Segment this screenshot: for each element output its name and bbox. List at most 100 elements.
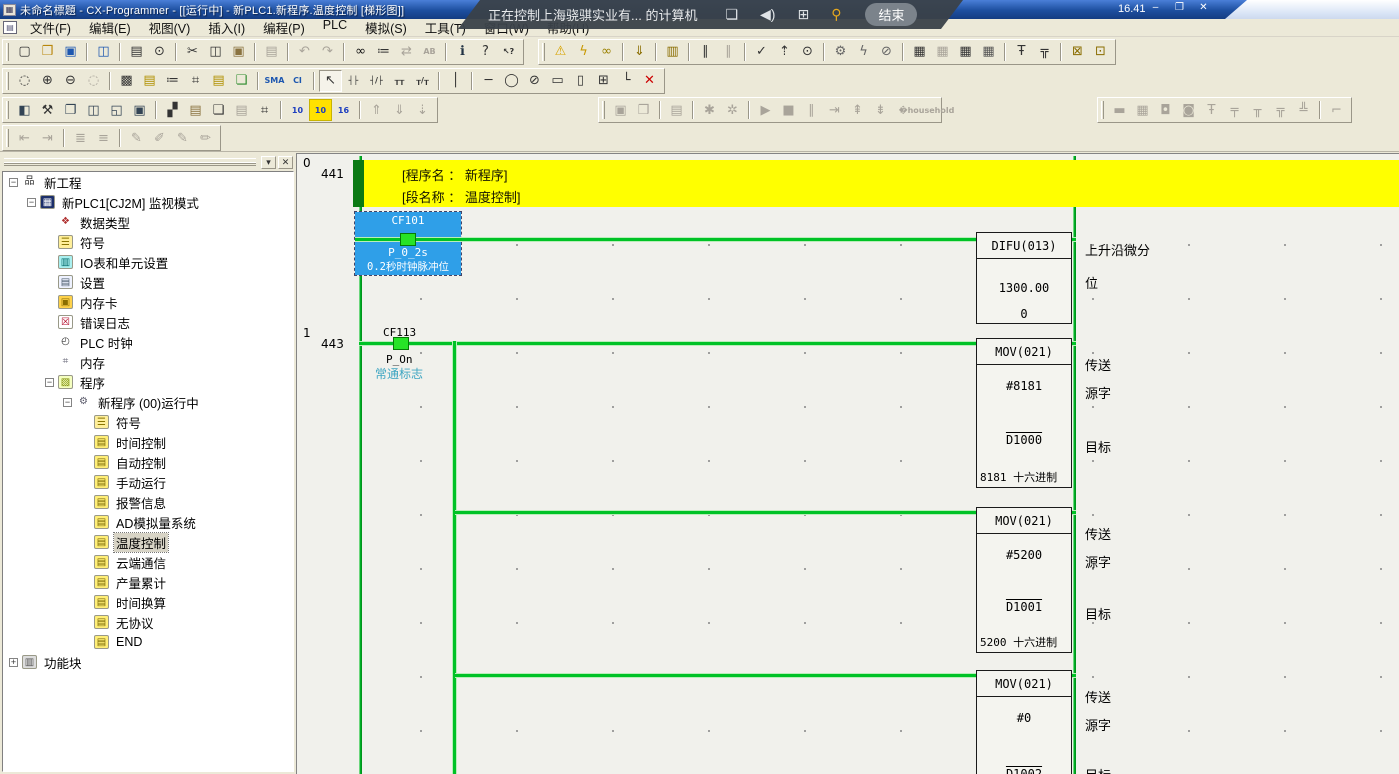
tree-item-数据类型[interactable]: ❖数据类型 [3, 212, 293, 232]
transfer-to-plc-icon[interactable]: ⇓ [628, 41, 651, 63]
io-table-create-icon[interactable]: ▦ [977, 41, 1000, 63]
tree-item-plc-时钟[interactable]: ◴PLC 时钟 [3, 332, 293, 352]
tree-item-产量累计[interactable]: ▤产量累计 [3, 572, 293, 592]
sim-edit-icon[interactable]: ▤ [665, 99, 688, 121]
tree-item-无协议[interactable]: ▤无协议 [3, 612, 293, 632]
tree-item-新plc1-cj2m-监视模式[interactable]: −▦新PLC1[CJ2M] 监视模式 [3, 192, 293, 212]
menu-p[interactable]: 编程(P) [254, 17, 314, 38]
difu-instruction-box[interactable]: DIFU(013) 1300.00 0 [976, 232, 1072, 324]
restore-button[interactable]: ❐ [1171, 2, 1188, 15]
compare-programs-icon[interactable]: ◫ [92, 41, 115, 63]
address-list-icon[interactable]: ≣ [69, 127, 92, 149]
rung-comment-banner[interactable]: [程序名 ： 新程序] [段名称 ： 温度控制] [364, 160, 1399, 207]
online-edit-begin-icon[interactable]: ⚙ [829, 41, 852, 63]
tree-item-新程序-00-运行中[interactable]: −⚙新程序 (00)运行中 [3, 392, 293, 412]
window-properties-icon[interactable]: ▣ [128, 99, 151, 121]
tree-item-符号[interactable]: ☰符号 [3, 232, 293, 252]
io-table-transfer-icon[interactable]: ▦ [931, 41, 954, 63]
function-block-icon[interactable]: ⊞ [592, 70, 615, 92]
tree-item-报警信息[interactable]: ▤报警信息 [3, 492, 293, 512]
exit-monitor-icon[interactable]: ⌐ [1325, 99, 1348, 121]
expand-icon[interactable]: + [9, 658, 18, 667]
paste-special-icon[interactable]: ▤ [260, 41, 283, 63]
set-password-icon[interactable]: ⊠ [1066, 41, 1089, 63]
tree-item-end[interactable]: ▤END [3, 632, 293, 652]
toolbar-grip[interactable] [602, 101, 605, 119]
or-contact-no-icon[interactable]: ┰┰ [388, 70, 411, 92]
new-icon[interactable]: ▢ [13, 41, 36, 63]
vertical-line-icon[interactable]: │ [444, 70, 467, 92]
revert-pen-icon[interactable]: ✐ [148, 127, 171, 149]
show-values-icon[interactable]: ⌗ [184, 70, 207, 92]
panel-grip[interactable]: ▾ ✕ [2, 156, 294, 169]
tree-item-温度控制[interactable]: ▤温度控制 [3, 532, 293, 552]
panel-menu-button[interactable]: ▾ [261, 156, 276, 169]
about-icon[interactable]: ℹ [451, 41, 474, 63]
view-symbols-icon[interactable]: ▤ [230, 99, 253, 121]
cut-icon[interactable]: ✂ [181, 41, 204, 63]
tree-item-内存卡[interactable]: ▣内存卡 [3, 292, 293, 312]
timing-chart-2-icon[interactable]: ╤ [1223, 99, 1246, 121]
contact-no-icon[interactable]: ┤├ [342, 70, 365, 92]
auto-allocate-icon[interactable]: ≡ [92, 127, 115, 149]
closed-coil-icon[interactable]: ⊘ [523, 70, 546, 92]
toolbar-grip[interactable] [6, 129, 9, 147]
tree-item-时间控制[interactable]: ▤时间控制 [3, 432, 293, 452]
ci-view-icon[interactable]: CI [286, 70, 309, 92]
undo-icon[interactable]: ↶ [293, 41, 316, 63]
section-list-icon[interactable]: ▞ [161, 99, 184, 121]
toolbar-grip[interactable] [6, 72, 9, 90]
view-diagram-icon[interactable]: ❏ [207, 99, 230, 121]
sim-save-icon[interactable]: ▣ [609, 99, 632, 121]
end-remote-button[interactable]: 结束 [865, 3, 917, 26]
tree-item-时间换算[interactable]: ▤时间换算 [3, 592, 293, 612]
menu-f[interactable]: 文件(F) [21, 17, 80, 38]
fullscreen-icon[interactable]: ❏ [725, 6, 738, 23]
edit-pen-icon[interactable]: ✎ [125, 127, 148, 149]
sim-stop-icon[interactable]: ■ [777, 99, 800, 121]
collapse-icon[interactable]: − [45, 378, 54, 387]
zoom-in-icon[interactable]: ⊕ [36, 70, 59, 92]
symbol-bar-icon[interactable]: ❏ [230, 70, 253, 92]
minimize-button[interactable]: – [1147, 2, 1164, 15]
menu-v[interactable]: 视图(V) [140, 17, 200, 38]
tree-item-内存[interactable]: ⌗内存 [3, 352, 293, 372]
tree-item-功能块[interactable]: +▥功能块 [3, 652, 293, 672]
tree-item-新工程[interactable]: −品新工程 [3, 172, 293, 192]
edit-pen-2-icon[interactable]: ✎ [171, 127, 194, 149]
show-cross-ref-window-icon[interactable]: ◫ [82, 99, 105, 121]
close-button[interactable]: ✕ [1195, 2, 1212, 15]
io-table-icon[interactable]: ▦ [908, 41, 931, 63]
instruction-box-icon[interactable]: ▭ [546, 70, 569, 92]
collapse-icon[interactable]: − [63, 398, 72, 407]
mnemonic-view-icon[interactable]: SMA [263, 70, 286, 92]
select-tool-icon[interactable]: ↖ [319, 70, 342, 92]
context-help-icon[interactable]: ↖? [497, 41, 520, 63]
mov-instruction-box[interactable]: MOV(021) #5200 D1001 5200 十六进制 [976, 507, 1072, 653]
monitor-hex-icon[interactable]: 16 [332, 99, 355, 121]
pause-monitor-icon[interactable]: ∥ [694, 41, 717, 63]
word-monitor-1-icon[interactable]: ▬ [1108, 99, 1131, 121]
zoom-out-icon[interactable]: ⊖ [59, 70, 82, 92]
upload-symbols-icon[interactable]: ⇑ [365, 99, 388, 121]
show-project-window-icon[interactable]: ◧ [13, 99, 36, 121]
tree-item-设置[interactable]: ▤设置 [3, 272, 293, 292]
toolbar-grip[interactable] [1101, 101, 1104, 119]
io-table-verify-icon[interactable]: ▦ [954, 41, 977, 63]
rung-comment-icon[interactable]: ≔ [161, 70, 184, 92]
copy-icon[interactable]: ◫ [204, 41, 227, 63]
rung-list-icon[interactable]: ▤ [184, 99, 207, 121]
compile-program-icon[interactable]: ✓ [750, 41, 773, 63]
tree-item-io表和单元设置[interactable]: ▥IO表和单元设置 [3, 252, 293, 272]
help-icon[interactable]: ? [474, 41, 497, 63]
show-output-window-icon[interactable]: ⚒ [36, 99, 59, 121]
pause-hand-icon[interactable]: ✱ [698, 99, 721, 121]
sim-step-in-icon[interactable]: ⇞ [846, 99, 869, 121]
find-address-icon[interactable]: AB [418, 41, 441, 63]
find-icon[interactable]: ∞ [349, 41, 372, 63]
new-window-icon[interactable]: ⊞ [797, 6, 809, 23]
pin-icon[interactable]: ⚲ [831, 6, 841, 23]
previous-reference-icon[interactable]: ⇤ [13, 127, 36, 149]
inverted-instruction-icon[interactable]: ▯ [569, 70, 592, 92]
sim-run-icon[interactable]: ▶ [754, 99, 777, 121]
